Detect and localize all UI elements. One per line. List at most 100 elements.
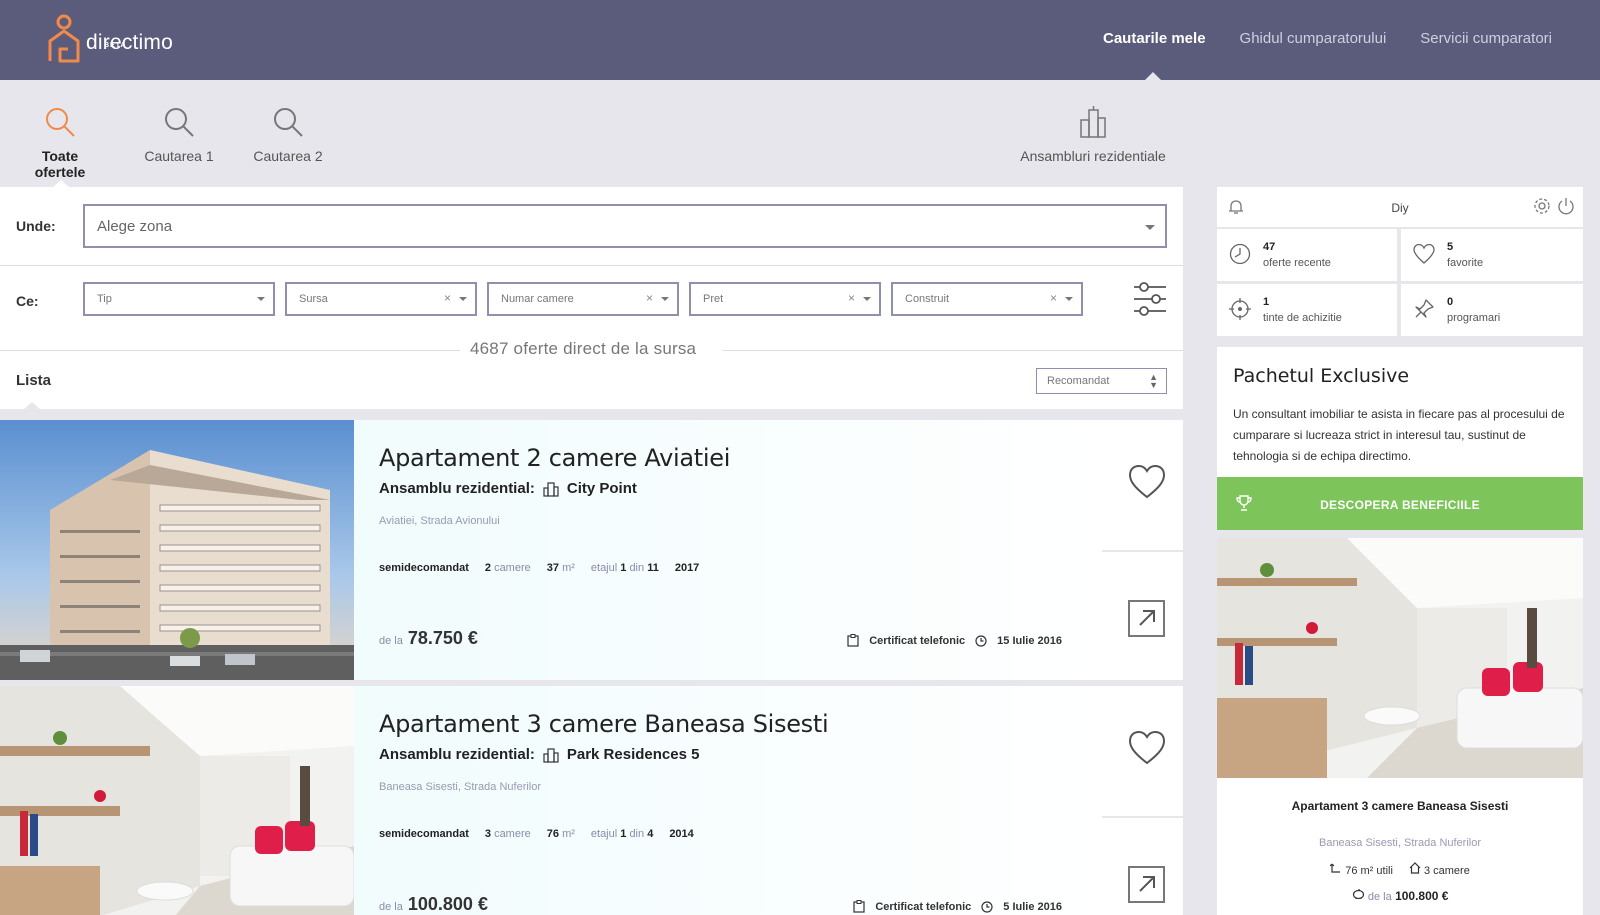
gear-icon[interactable] bbox=[1533, 197, 1551, 215]
tab-label: Toate ofertele bbox=[34, 148, 86, 180]
ansamblu-line: Ansamblu rezidential: City Point bbox=[379, 480, 637, 497]
featured-photo[interactable] bbox=[1217, 538, 1584, 778]
listing-details: Apartament 2 camere Aviatiei Ansamblu re… bbox=[354, 420, 1102, 680]
favorite-heart-icon[interactable] bbox=[1128, 730, 1166, 766]
tab-cautarea-2[interactable]: Cautarea 2 bbox=[252, 106, 324, 164]
clear-icon[interactable]: × bbox=[1050, 291, 1057, 305]
rooms-spec: 3 camere bbox=[484, 828, 531, 840]
stat-label: favorite bbox=[1447, 257, 1484, 269]
discover-benefits-button[interactable]: DESCOPERA BENEFICIILE bbox=[1217, 477, 1583, 530]
tab-ansambluri-rezidentiale[interactable]: Ansambluri rezidentiale bbox=[1018, 106, 1168, 164]
featured-title[interactable]: Apartament 3 camere Baneasa Sisesti bbox=[1217, 799, 1583, 813]
construit-select[interactable]: Construit × bbox=[891, 282, 1083, 316]
logo[interactable]: directimo bbox=[46, 13, 173, 65]
clear-icon[interactable]: × bbox=[444, 291, 451, 305]
featured-listing[interactable]: Apartament 3 camere Baneasa Sisesti Bane… bbox=[1217, 538, 1584, 915]
stat-appointments[interactable]: 0 programari bbox=[1401, 284, 1583, 336]
listing-title[interactable]: Apartament 2 camere Aviatiei bbox=[379, 444, 730, 472]
zone-select[interactable]: Alege zona bbox=[83, 204, 1167, 248]
year-spec: 2017 bbox=[674, 562, 700, 574]
chevron-down-icon bbox=[1065, 297, 1073, 301]
zone-placeholder: Alege zona bbox=[97, 218, 173, 235]
featured-price: de la 100.800 € bbox=[1217, 888, 1583, 903]
power-icon[interactable] bbox=[1557, 197, 1575, 215]
featured-area: 76 m² utili bbox=[1329, 862, 1393, 877]
results-count: 4687 oferte direct de la sursa bbox=[470, 339, 697, 358]
interior-image bbox=[0, 686, 354, 915]
clear-icon[interactable]: × bbox=[646, 291, 653, 305]
stat-value: 47 bbox=[1263, 241, 1276, 253]
listing-photo[interactable] bbox=[0, 420, 354, 680]
search-icon bbox=[274, 108, 303, 137]
tab-label: Cautarea 2 bbox=[253, 148, 323, 164]
listing-address: Aviatiei, Strada Avionului bbox=[379, 515, 500, 527]
where-label: Unde: bbox=[16, 218, 56, 234]
tab-cautarea-1[interactable]: Cautarea 1 bbox=[143, 106, 215, 164]
featured-address: Baneasa Sisesti, Strada Nuferilor bbox=[1318, 837, 1482, 849]
list-view-label[interactable]: Lista bbox=[16, 372, 51, 389]
open-listing-icon[interactable] bbox=[1128, 600, 1165, 637]
rooms-spec: 2 camere bbox=[484, 562, 531, 574]
nav-cautarile-mele[interactable]: Cautarile mele bbox=[1103, 30, 1206, 47]
area-spec: 37 m² bbox=[546, 562, 575, 574]
featured-specs: 76 m² utili 3 camere bbox=[1217, 862, 1583, 877]
buildings-icon bbox=[543, 747, 559, 763]
stat-label: programari bbox=[1447, 312, 1501, 324]
exclusive-package-box: Pachetul Exclusive Un consultant imobili… bbox=[1217, 347, 1583, 477]
pret-select[interactable]: Pret × bbox=[689, 282, 881, 316]
search-icon bbox=[165, 108, 194, 137]
stat-label: tinte de achizitie bbox=[1263, 312, 1342, 324]
sursa-select[interactable]: Sursa × bbox=[285, 282, 477, 316]
what-label: Ce: bbox=[16, 293, 39, 309]
sort-value: Recomandat bbox=[1047, 375, 1110, 387]
stat-value: 0 bbox=[1447, 296, 1454, 308]
listing-meta: Certificat telefonic 5 Iulie 2016 bbox=[853, 900, 1062, 913]
user-name[interactable]: Diy bbox=[1217, 201, 1583, 215]
listing-date: 15 Iulie 2016 bbox=[997, 634, 1062, 647]
clock-icon bbox=[975, 634, 987, 647]
target-icon bbox=[1229, 298, 1251, 320]
listing-details: Apartament 3 camere Baneasa Sisesti Ansa… bbox=[354, 686, 1102, 915]
list-active-indicator bbox=[24, 402, 40, 409]
sursa-placeholder: Sursa bbox=[299, 293, 328, 305]
clipboard-icon bbox=[853, 900, 865, 913]
tab-label: Cautarea 1 bbox=[144, 148, 214, 164]
pin-icon bbox=[1415, 299, 1434, 318]
main-nav: Cautarile mele Ghidul cumparatorului Ser… bbox=[1103, 30, 1552, 47]
tip-select[interactable]: Tip bbox=[83, 282, 275, 316]
sort-select[interactable]: Recomandat ▲ ▼ bbox=[1036, 368, 1167, 394]
listing-card[interactable]: Apartament 3 camere Baneasa Sisesti Ansa… bbox=[0, 686, 1183, 915]
stat-recent[interactable]: 47 oferte recente bbox=[1217, 229, 1397, 281]
listing-title[interactable]: Apartament 3 camere Baneasa Sisesti bbox=[379, 710, 829, 738]
clipboard-icon bbox=[847, 634, 859, 647]
finish-type: semidecomandat bbox=[379, 562, 469, 574]
chevron-down-icon bbox=[863, 297, 871, 301]
open-listing-icon[interactable] bbox=[1128, 866, 1165, 903]
clear-icon[interactable]: × bbox=[848, 291, 855, 305]
tab-toate-ofertele[interactable]: Toate ofertele bbox=[18, 106, 102, 180]
nav-active-indicator bbox=[1145, 72, 1161, 80]
chevron-down-icon bbox=[459, 297, 467, 301]
listing-photo[interactable] bbox=[0, 686, 354, 915]
favorite-heart-icon[interactable] bbox=[1128, 464, 1166, 500]
nav-servicii-cumparatori[interactable]: Servicii cumparatori bbox=[1420, 30, 1552, 47]
listing-meta: Certificat telefonic 15 Iulie 2016 bbox=[847, 634, 1062, 647]
stat-targets[interactable]: 1 tinte de achizitie bbox=[1217, 284, 1397, 336]
tip-placeholder: Tip bbox=[97, 293, 112, 305]
ansamblu-name[interactable]: City Point bbox=[567, 480, 637, 497]
buildings-icon bbox=[543, 481, 559, 497]
listing-specs: semidecomandat 2 camere 37 m² etajul 1 d… bbox=[379, 562, 699, 574]
nav-ghidul-cumparatorului[interactable]: Ghidul cumparatorului bbox=[1240, 30, 1387, 47]
package-description: Un consultant imobiliar te asista in fie… bbox=[1233, 407, 1565, 463]
advanced-filters-icon[interactable] bbox=[1132, 281, 1168, 317]
camere-select[interactable]: Numar camere × bbox=[487, 282, 679, 316]
ansamblu-name[interactable]: Park Residences 5 bbox=[567, 746, 700, 763]
listing-card[interactable]: Apartament 2 camere Aviatiei Ansamblu re… bbox=[0, 420, 1183, 680]
ansamblu-line: Ansamblu rezidential: Park Residences 5 bbox=[379, 746, 699, 763]
ansamblu-label: Ansamblu rezidential: bbox=[379, 746, 535, 763]
heart-icon bbox=[1413, 243, 1435, 264]
area-spec: 76 m² bbox=[546, 828, 575, 840]
year-spec: 2014 bbox=[669, 828, 694, 840]
stat-favorites[interactable]: 5 favorite bbox=[1401, 229, 1583, 281]
construit-placeholder: Construit bbox=[905, 293, 950, 305]
